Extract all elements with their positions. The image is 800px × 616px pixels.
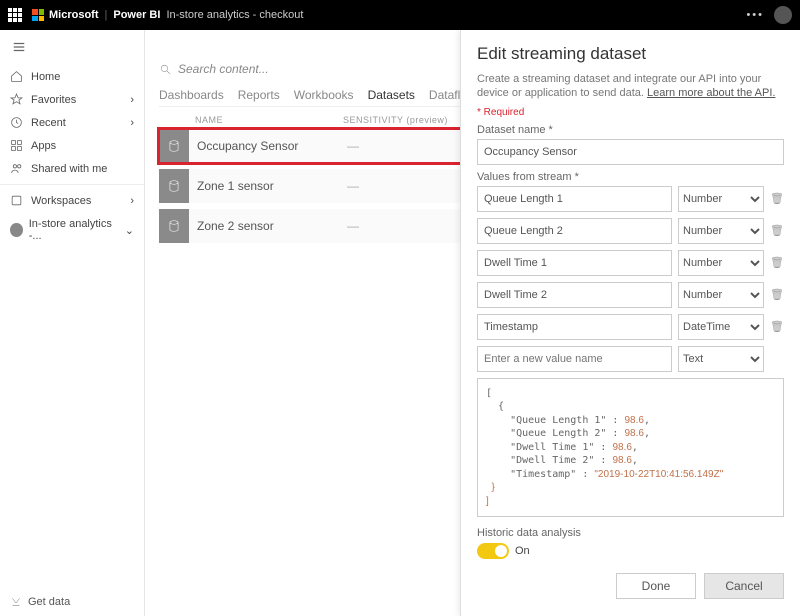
value-name-input[interactable] (477, 282, 672, 308)
chevron-right-icon: › (130, 117, 134, 129)
value-name-input[interactable] (477, 250, 672, 276)
tab-dashboards[interactable]: Dashboards (159, 88, 224, 102)
new-value-type-select[interactable]: Text (678, 346, 764, 372)
sidebar-item-workspaces[interactable]: Workspaces› (0, 189, 144, 212)
workspace-title: In-store analytics - checkout (166, 9, 303, 21)
dataset-name-input[interactable] (477, 139, 784, 165)
value-type-select[interactable]: Number (678, 186, 764, 212)
done-button[interactable]: Done (616, 573, 696, 599)
column-name: NAME (195, 115, 223, 125)
panel-description: Create a streaming dataset and integrate… (477, 72, 784, 101)
tab-workbooks[interactable]: Workbooks (294, 88, 354, 102)
edit-streaming-panel: Edit streaming dataset Create a streamin… (460, 30, 800, 616)
sidebar-current-workspace[interactable]: In-store analytics -...⌄ (0, 212, 144, 248)
learn-more-link[interactable]: Learn more about the API. (647, 87, 775, 99)
more-icon[interactable]: ••• (746, 9, 764, 21)
sidebar-item-shared[interactable]: Shared with me (0, 157, 144, 180)
value-type-select[interactable]: DateTime (678, 314, 764, 340)
value-name-input[interactable] (477, 186, 672, 212)
sidebar-item-favorites[interactable]: Favorites› (0, 88, 144, 111)
dataset-icon (159, 169, 189, 203)
chevron-right-icon: › (130, 94, 134, 106)
app-launcher-icon[interactable] (8, 8, 22, 22)
get-data-link[interactable]: Get data (10, 596, 70, 608)
brand-label: Microsoft (49, 9, 99, 21)
value-type-select[interactable]: Number (678, 250, 764, 276)
values-from-stream-label: Values from stream * (477, 171, 784, 183)
value-type-select[interactable]: Number (678, 218, 764, 244)
value-type-select[interactable]: Number (678, 282, 764, 308)
value-name-input[interactable] (477, 218, 672, 244)
dataset-icon (159, 129, 189, 163)
microsoft-logo-icon (32, 9, 44, 21)
hamburger-icon[interactable] (0, 36, 144, 65)
historic-label: Historic data analysis (477, 527, 784, 539)
historic-toggle[interactable] (477, 543, 509, 559)
avatar[interactable] (774, 6, 792, 24)
cancel-button[interactable]: Cancel (704, 573, 784, 599)
sidebar-item-recent[interactable]: Recent› (0, 111, 144, 134)
sidebar-item-apps[interactable]: Apps (0, 134, 144, 157)
sidebar: Home Favorites› Recent› Apps Shared with… (0, 30, 145, 616)
chevron-down-icon: ⌄ (125, 224, 134, 237)
delete-icon[interactable]: 🗑 (770, 224, 784, 237)
dataset-icon (159, 209, 189, 243)
new-value-input[interactable] (477, 346, 672, 372)
product-label: Power BI (113, 9, 160, 21)
sidebar-item-home[interactable]: Home (0, 65, 144, 88)
column-sensitivity: SENSITIVITY (preview) (343, 115, 448, 125)
tab-datasets[interactable]: Datasets (368, 88, 415, 102)
delete-icon[interactable]: 🗑 (770, 256, 784, 269)
historic-state: On (515, 545, 530, 557)
top-bar: Microsoft | Power BI In-store analytics … (0, 0, 800, 30)
required-note: * Required (477, 107, 784, 118)
workspace-badge-icon (10, 223, 23, 237)
chevron-right-icon: › (130, 195, 134, 207)
value-name-input[interactable] (477, 314, 672, 340)
delete-icon[interactable]: 🗑 (770, 288, 784, 301)
dataset-name-label: Dataset name * (477, 124, 784, 136)
json-preview: [ { "Queue Length 1" : 98.6, "Queue Leng… (477, 378, 784, 518)
tab-reports[interactable]: Reports (238, 88, 280, 102)
delete-icon[interactable]: 🗑 (770, 320, 784, 333)
panel-title: Edit streaming dataset (477, 44, 784, 64)
delete-icon[interactable]: 🗑 (770, 192, 784, 205)
